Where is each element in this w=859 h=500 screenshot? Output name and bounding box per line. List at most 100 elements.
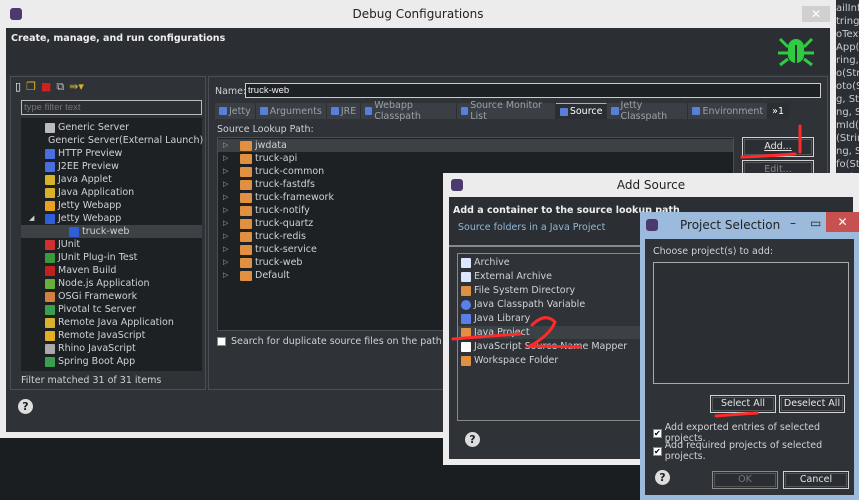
- deselect-all-button[interactable]: Deselect All: [779, 395, 845, 413]
- config-type-item[interactable]: HTTP Preview: [21, 147, 202, 160]
- expand-arrow-icon[interactable]: ▷: [223, 139, 237, 152]
- close-button[interactable]: ✕: [802, 6, 830, 22]
- checkbox[interactable]: [217, 337, 226, 346]
- expand-arrow-icon[interactable]: ▷: [223, 178, 237, 191]
- environment-icon: [692, 107, 701, 115]
- add-button[interactable]: Add...: [742, 137, 814, 157]
- tab-label: Source: [569, 106, 603, 117]
- name-label: Name:: [215, 86, 247, 97]
- tab-jetty[interactable]: Jetty: [215, 103, 256, 119]
- config-type-item[interactable]: Rhino JavaScript: [21, 342, 202, 355]
- project-selection-dialog: Project Selection – ▭ ✕ Choose project(s…: [640, 212, 859, 500]
- expand-arrow-icon[interactable]: ▷: [223, 204, 237, 217]
- config-type-item[interactable]: Generic Server: [21, 121, 202, 134]
- name-input[interactable]: [245, 83, 821, 98]
- expand-arrow-icon[interactable]: ◢: [29, 212, 34, 225]
- project-list[interactable]: [653, 262, 849, 384]
- expand-arrow-icon[interactable]: ▷: [223, 165, 237, 178]
- config-type-item[interactable]: Generic Server(External Launch): [21, 134, 203, 147]
- close-button[interactable]: ✕: [826, 212, 859, 232]
- code-line: App(Str: [836, 42, 859, 53]
- title-bar: Add Source: [443, 173, 859, 197]
- expand-arrow-icon[interactable]: ▷: [223, 217, 237, 230]
- config-type-item[interactable]: Java Application: [21, 186, 202, 199]
- code-line: getVehicleDetailInfo(Str: [836, 3, 859, 14]
- source-entry[interactable]: ▷ truck-api: [218, 152, 733, 165]
- config-type-item[interactable]: JUnit Plug-in Test: [21, 251, 202, 264]
- select-all-button[interactable]: Select All: [710, 395, 776, 413]
- tab-label: Environment: [702, 105, 764, 117]
- classpath-icon: [365, 107, 373, 115]
- maximize-button[interactable]: ▭: [810, 216, 821, 230]
- collapse-all-icon[interactable]: ⧉: [56, 80, 64, 94]
- ok-button[interactable]: OK: [712, 471, 778, 489]
- help-icon[interactable]: ?: [655, 470, 670, 485]
- code-line: o(Strin: [836, 68, 859, 79]
- config-type-label: Java Applet: [58, 174, 112, 185]
- tab-environment[interactable]: Environment: [688, 103, 769, 119]
- config-type-label: Pivotal tc Server: [58, 304, 136, 315]
- tab-source[interactable]: Source: [555, 103, 608, 119]
- checkbox[interactable]: ✔: [653, 446, 662, 456]
- config-type-item[interactable]: Node.js Application: [21, 277, 202, 290]
- filter-icon[interactable]: ⇛▾: [69, 80, 84, 94]
- delete-icon[interactable]: ■: [41, 80, 51, 94]
- filter-input[interactable]: [21, 100, 202, 115]
- config-type-item[interactable]: JUnit: [21, 238, 202, 251]
- help-icon[interactable]: ?: [18, 399, 33, 414]
- tab-webapp-classpath[interactable]: Webapp Classpath: [361, 100, 458, 122]
- new-config-icon[interactable]: ▯: [15, 80, 21, 94]
- add-required-checkbox[interactable]: ✔ Add required projects of selected proje…: [653, 440, 854, 462]
- config-type-item[interactable]: truck-web: [21, 225, 202, 238]
- config-type-item[interactable]: Spring Boot App: [21, 355, 202, 368]
- config-type-item[interactable]: Jetty Webapp: [21, 199, 202, 212]
- config-type-label: HTTP Preview: [58, 148, 123, 159]
- preview-icon: [45, 148, 55, 159]
- title-bar: Debug Configurations ✕: [0, 0, 836, 28]
- cancel-button[interactable]: Cancel: [783, 471, 849, 489]
- config-type-item[interactable]: Remote Java Application: [21, 316, 202, 329]
- java-icon: [45, 187, 55, 198]
- toolbar: ▯ ❐ ■ ⧉ ⇛▾: [15, 80, 84, 94]
- mapper-icon: [461, 341, 471, 352]
- tab-jetty-classpath[interactable]: Jetty Classpath: [607, 100, 689, 122]
- config-type-label: JUnit: [58, 239, 81, 250]
- duplicate-icon[interactable]: ❐: [26, 80, 36, 94]
- expand-arrow-icon[interactable]: ▷: [223, 230, 237, 243]
- code-line: ng, Stri: [836, 146, 859, 157]
- spring-icon: [45, 356, 55, 367]
- config-type-label: J2EE Preview: [58, 161, 119, 172]
- tab-arguments[interactable]: Arguments: [255, 103, 327, 119]
- config-type-item[interactable]: OSGi Framework: [21, 290, 202, 303]
- expand-arrow-icon[interactable]: ▷: [223, 256, 237, 269]
- source-entry-label: truck-quartz: [255, 218, 314, 229]
- window-title: Project Selection: [680, 218, 781, 232]
- expand-arrow-icon[interactable]: ▷: [223, 191, 237, 204]
- tab-source-monitor-list[interactable]: Source Monitor List: [457, 100, 556, 122]
- source-type-label: Java Library: [474, 313, 531, 324]
- config-type-label: OSGi Framework: [58, 291, 138, 302]
- config-type-item[interactable]: Maven Build: [21, 264, 202, 277]
- expand-arrow-icon[interactable]: ▷: [223, 243, 237, 256]
- help-icon[interactable]: ?: [465, 432, 480, 447]
- config-type-item[interactable]: Java Applet: [21, 173, 202, 186]
- checkbox[interactable]: ✔: [653, 428, 662, 438]
- tab-jre[interactable]: JRE: [326, 103, 362, 119]
- config-type-label: JUnit Plug-in Test: [58, 252, 138, 263]
- config-type-item[interactable]: J2EE Preview: [21, 160, 202, 173]
- source-lookup-label: Source Lookup Path:: [217, 124, 314, 135]
- source-entry[interactable]: ▷ jwdata: [218, 139, 733, 152]
- source-entry-label: truck-web: [255, 257, 303, 268]
- config-type-item[interactable]: ◢ Jetty Webapp: [21, 212, 202, 225]
- expand-arrow-icon[interactable]: ▷: [223, 269, 237, 282]
- jetty-icon: [45, 213, 55, 224]
- source-type-label: Java Classpath Variable: [474, 299, 586, 310]
- search-duplicates-checkbox[interactable]: Search for duplicate source files on the…: [217, 336, 442, 347]
- config-type-item[interactable]: Remote JavaScript: [21, 329, 202, 342]
- eclipse-icon: [451, 179, 463, 191]
- expand-arrow-icon[interactable]: ▷: [223, 152, 237, 165]
- minimize-button[interactable]: –: [790, 216, 796, 230]
- config-type-item[interactable]: Pivotal tc Server: [21, 303, 202, 316]
- tabs-overflow-button[interactable]: »1: [768, 103, 789, 119]
- rhino-icon: [45, 343, 55, 354]
